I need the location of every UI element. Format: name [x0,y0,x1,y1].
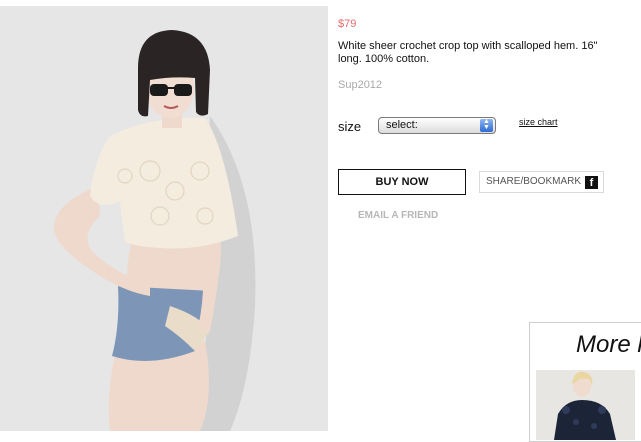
share-bookmark-label: SHARE/BOOKMARK [486,176,582,187]
chevron-updown-icon: ▲ ▼ [480,118,493,132]
product-photo [0,6,328,431]
size-select-value: select: [386,119,418,131]
share-bookmark-button[interactable]: SHARE/BOOKMARK f [479,171,604,193]
more-products-title: More l [576,331,641,358]
product-description: White sheer crochet crop top with scallo… [338,40,598,65]
product-sku: Sup2012 [338,79,383,91]
facebook-icon: f [585,176,598,189]
size-select[interactable]: select: ▲ ▼ [378,117,496,134]
size-label: size [338,119,362,134]
product-price: $79 [338,18,357,30]
size-chart-link[interactable]: size chart [519,117,558,127]
email-friend-link[interactable]: EMAIL A FRIEND [358,210,438,221]
more-product-thumbnail[interactable] [536,370,635,440]
more-products-panel: More l [529,322,641,442]
buy-now-button[interactable]: BUY NOW [338,169,466,195]
